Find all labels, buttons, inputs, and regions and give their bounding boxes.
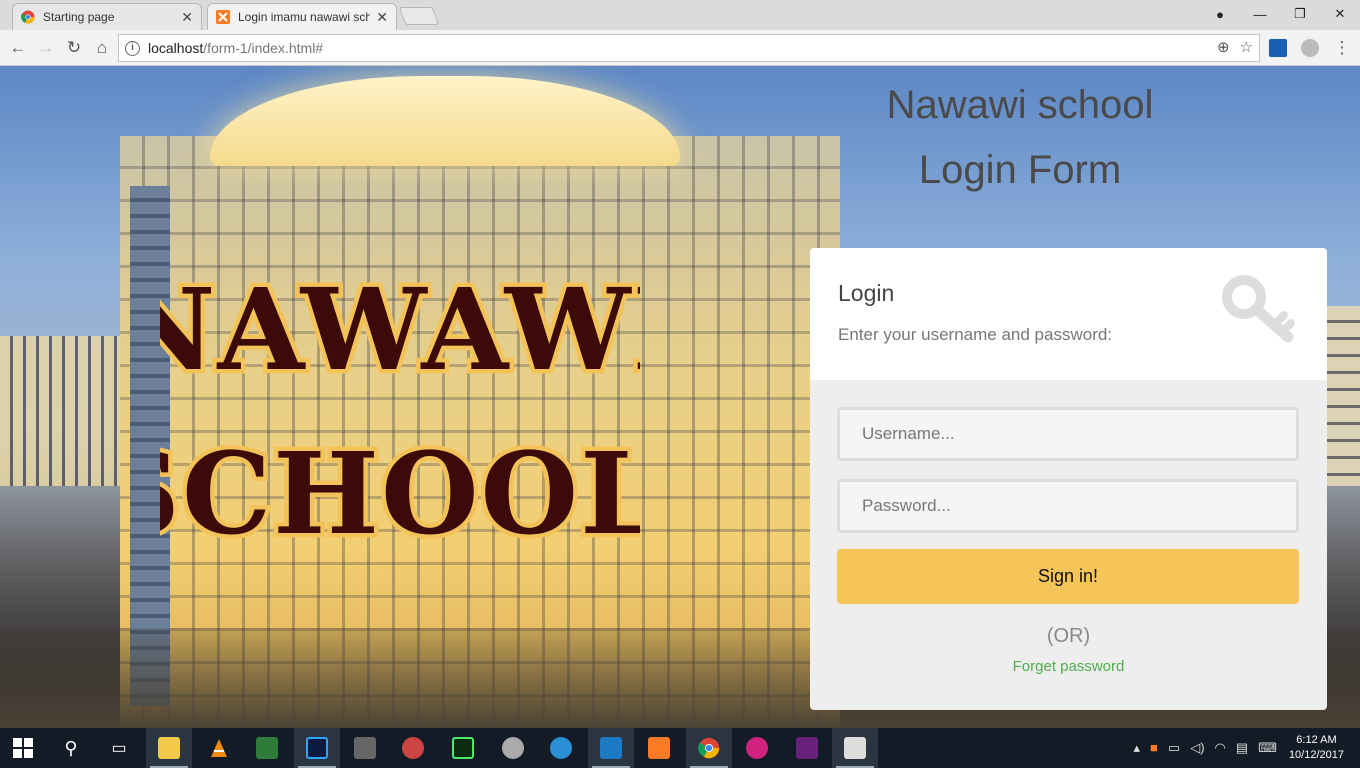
login-card-body: Sign in! (OR) Forget password [810,380,1327,710]
school-logo: NAWAWI SCHOOL [160,261,640,551]
battery-icon[interactable]: ▭ [1168,740,1180,756]
forget-password-link[interactable]: Forget password [810,658,1327,675]
home-icon[interactable]: ⌂ [90,36,114,60]
tab-label: Login imamu nawawi sch [238,10,371,24]
disc-icon[interactable] [490,728,536,768]
tool-icon[interactable] [342,728,388,768]
address-bar[interactable]: i localhost/form-1/index.html# ⊕ ☆ [118,34,1260,62]
info-icon[interactable]: i [125,40,140,56]
forward-icon[interactable]: → [34,36,58,60]
page-subtitle: Login Form [918,148,1122,192]
tab-starting-page[interactable]: Starting page ✕ [12,3,202,30]
new-tab-button[interactable] [398,7,440,25]
menu-icon[interactable]: ⋮ [1330,36,1354,60]
windows-icon [13,738,33,758]
app-green-icon[interactable] [244,728,290,768]
login-card: Login Enter your username and password: … [810,248,1327,710]
close-window-icon[interactable]: ✕ [1320,6,1360,22]
page-title: Nawawi school [886,83,1154,127]
login-subtitle: Enter your username and password: [838,325,1113,344]
keyboard-icon[interactable]: ⌨ [1258,740,1277,756]
dreamweaver-icon[interactable] [440,728,486,768]
file-explorer-icon[interactable] [146,728,192,768]
browser-app-icon[interactable] [538,728,584,768]
login-title: Login [838,280,895,306]
key-icon [1222,275,1295,343]
app-icon[interactable] [390,728,436,768]
profile-icon[interactable]: ● [1200,7,1240,22]
wifi-icon[interactable]: ◠ [1215,740,1226,756]
app-pink-icon[interactable] [734,728,780,768]
tab-label: Starting page [43,10,115,24]
xampp-taskbar-icon[interactable] [636,728,682,768]
clock-date: 10/12/2017 [1288,749,1344,761]
photoshop-icon[interactable] [294,728,340,768]
username-input[interactable] [837,407,1299,461]
close-tab-icon[interactable]: ✕ [181,9,193,26]
tab-login[interactable]: Login imamu nawawi sch ✕ [207,3,397,30]
task-view-icon[interactable]: ▭ [96,728,142,768]
start-button[interactable] [0,728,46,768]
or-separator: (OR) [1046,625,1091,647]
search-icon[interactable]: ⚲ [48,728,94,768]
close-tab-icon[interactable]: ✕ [376,9,388,26]
photos-icon[interactable] [832,728,878,768]
logo-line2: SCHOOL [160,429,640,551]
system-tray: ▴ ■ ▭ ◁) ◠ ▤ ⌨ 6:12 AM 10/12/2017 [1134,728,1360,768]
login-card-header: Login Enter your username and password: [810,248,1327,380]
volume-icon[interactable]: ◁) [1190,740,1204,756]
xampp-icon [216,10,230,24]
browser-tabstrip: Starting page ✕ Login imamu nawawi sch ✕… [0,0,1360,30]
vlc-icon[interactable] [196,728,242,768]
visual-studio-icon[interactable] [784,728,830,768]
vscode-icon[interactable] [588,728,634,768]
reload-icon[interactable]: ↻ [62,36,86,60]
logo-line1: NAWAWI [160,265,640,396]
window-controls: ● — ❐ ✕ [1200,0,1360,28]
bookmark-star-icon[interactable]: ☆ [1240,38,1253,56]
clock[interactable]: 6:12 AM 10/12/2017 [1289,733,1344,763]
chrome-taskbar-icon[interactable] [686,728,732,768]
zoom-icon[interactable]: ⊕ [1217,38,1230,56]
page-background: NAWAWI SCHOOL Nawawi school Login Form L… [0,66,1360,728]
xampp-tray-icon[interactable]: ■ [1150,740,1158,756]
extension-search-icon[interactable] [1269,39,1287,57]
maximize-icon[interactable]: ❐ [1280,6,1320,22]
extension-icon[interactable] [1301,39,1319,57]
building-roof [210,76,680,166]
clock-time: 6:12 AM [1296,734,1337,746]
minimize-icon[interactable]: — [1240,7,1280,22]
chrome-icon [21,10,35,24]
background-building-left [0,336,125,486]
url-host: localhost [148,40,204,56]
url-path: /form-1/index.html# [203,40,324,56]
browser-toolbar: ← → ↻ ⌂ i localhost/form-1/index.html# ⊕… [0,30,1360,66]
show-hidden-icons-icon[interactable]: ▴ [1134,740,1141,756]
password-input[interactable] [837,479,1299,533]
signin-button[interactable]: Sign in! [837,549,1299,604]
back-icon[interactable]: ← [6,36,30,60]
notification-icon[interactable]: ▤ [1236,740,1248,756]
taskbar: ⚲ ▭ ▴ ■ ▭ ◁) ◠ ▤ ⌨ 6:12 AM 10/12/2017 [0,728,1360,768]
